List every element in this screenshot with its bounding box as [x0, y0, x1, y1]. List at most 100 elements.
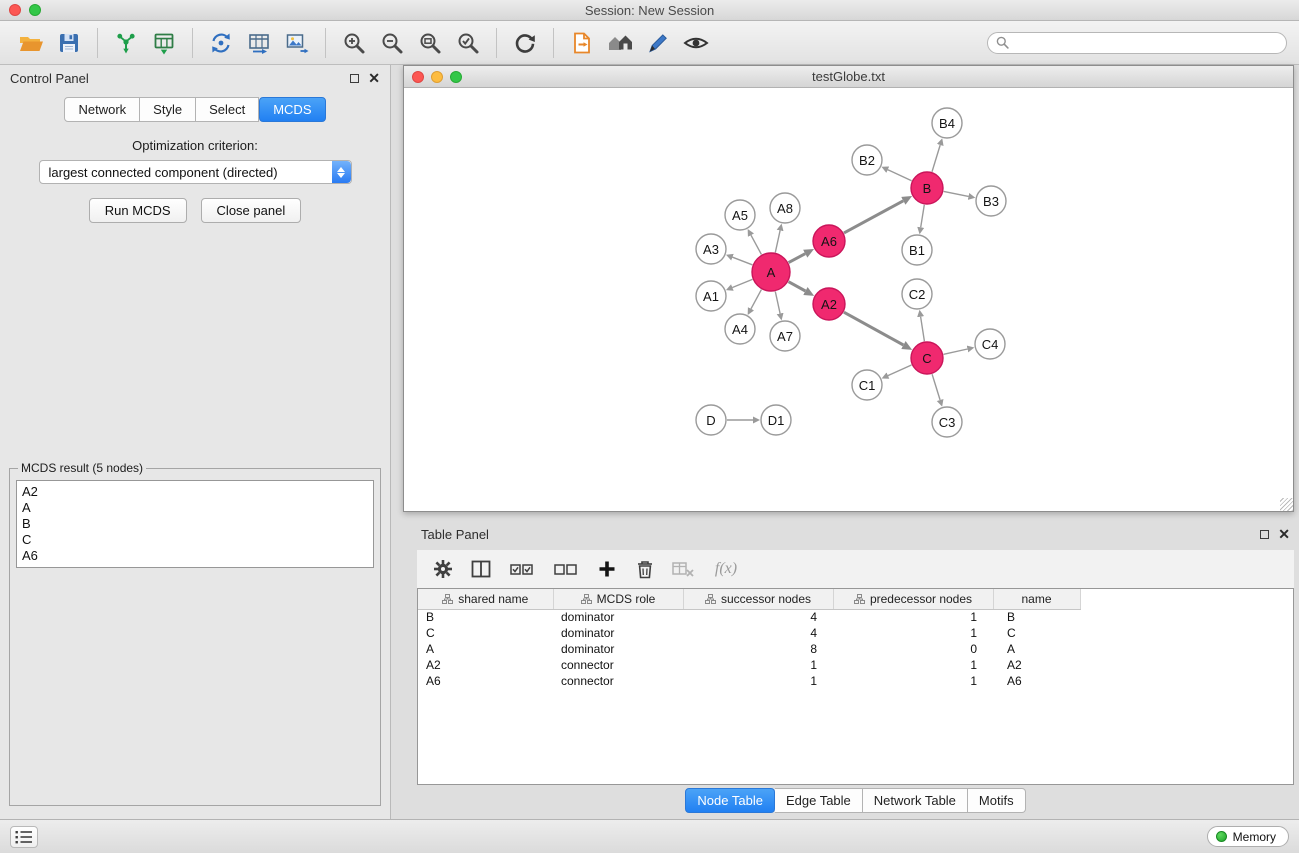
table-cell[interactable]: 8 [683, 641, 833, 657]
graph-edge-A-A3[interactable] [733, 257, 753, 265]
table-cell[interactable]: A2 [993, 657, 1080, 673]
table-cell[interactable]: connector [553, 657, 683, 673]
graph-edge-B-B3[interactable] [944, 191, 969, 196]
graph-node-A6[interactable]: A6 [813, 225, 845, 257]
table-cell[interactable]: C [993, 625, 1080, 641]
table-row[interactable]: A2connector11A2 [418, 657, 1080, 673]
table-cell[interactable]: A [993, 641, 1080, 657]
export-document-button[interactable] [563, 25, 601, 61]
table-cell[interactable]: 1 [833, 625, 993, 641]
column-header-predecessor-nodes[interactable]: predecessor nodes [833, 589, 993, 609]
import-table-button[interactable] [145, 25, 183, 61]
table-row[interactable]: A6connector11A6 [418, 673, 1080, 689]
table-cell[interactable]: 1 [683, 657, 833, 673]
graph-edge-C-C4[interactable] [944, 349, 968, 354]
graph-node-A2[interactable]: A2 [813, 288, 845, 320]
table-cell[interactable]: 4 [683, 625, 833, 641]
graph-node-B3[interactable]: B3 [976, 186, 1006, 216]
sync-table-button[interactable] [240, 25, 278, 61]
graph-edge-B-B2[interactable] [888, 170, 912, 181]
graph-node-C1[interactable]: C1 [852, 370, 882, 400]
unselect-all-button[interactable] [551, 556, 581, 582]
graph-edge-B-B4[interactable] [932, 145, 940, 172]
open-file-button[interactable] [12, 25, 50, 61]
optimization-criterion-select[interactable]: largest connected component (directed) [39, 160, 352, 184]
save-session-button[interactable] [50, 25, 88, 61]
tab-style[interactable]: Style [140, 97, 196, 122]
graph-node-D[interactable]: D [696, 405, 726, 435]
node-table-container[interactable]: shared name MCDS role successor nodes pr… [417, 588, 1294, 785]
export-image-button[interactable] [278, 25, 316, 61]
table-cell[interactable]: connector [553, 673, 683, 689]
table-cell[interactable]: 1 [833, 657, 993, 673]
graph-node-A1[interactable]: A1 [696, 281, 726, 311]
graph-edge-A-A2[interactable] [789, 282, 806, 291]
zoom-in-button[interactable] [335, 25, 373, 61]
column-header-successor-nodes[interactable]: successor nodes [683, 589, 833, 609]
graph-edge-A-A8[interactable] [775, 231, 780, 253]
table-cell[interactable]: 1 [683, 673, 833, 689]
show-columns-button[interactable] [469, 556, 493, 582]
graph-node-B[interactable]: B [911, 172, 943, 204]
table-row[interactable]: Adominator80A [418, 641, 1080, 657]
graph-node-A8[interactable]: A8 [770, 193, 800, 223]
table-cell[interactable]: A6 [418, 673, 553, 689]
result-item[interactable]: A6 [22, 548, 368, 564]
delete-table-button[interactable] [671, 556, 695, 582]
graph-node-B4[interactable]: B4 [932, 108, 962, 138]
graph-node-D1[interactable]: D1 [761, 405, 791, 435]
style-edit-button[interactable] [639, 25, 677, 61]
table-cell[interactable]: 1 [833, 673, 993, 689]
graph-node-B1[interactable]: B1 [902, 235, 932, 265]
table-cell[interactable]: 1 [833, 609, 993, 625]
network-window-titlebar[interactable]: testGlobe.txt [404, 66, 1293, 88]
table-cell[interactable]: A [418, 641, 553, 657]
graph-node-A3[interactable]: A3 [696, 234, 726, 264]
result-item[interactable]: C [22, 532, 368, 548]
table-cell[interactable]: 0 [833, 641, 993, 657]
network-graph[interactable]: B4B2BB3A5A8A6B1A3AC2A1A2A4A7C4CC1C3DD1 [404, 88, 1293, 510]
result-item[interactable]: A2 [22, 484, 368, 500]
graph-node-A4[interactable]: A4 [725, 314, 755, 344]
delete-column-button[interactable] [633, 556, 657, 582]
table-cell[interactable]: A2 [418, 657, 553, 673]
table-cell[interactable]: A6 [993, 673, 1080, 689]
tab-edge-table[interactable]: Edge Table [775, 788, 863, 813]
network-canvas[interactable]: B4B2BB3A5A8A6B1A3AC2A1A2A4A7C4CC1C3DD1 [404, 88, 1293, 511]
table-row[interactable]: Cdominator41C [418, 625, 1080, 641]
graph-edge-B-B1[interactable] [921, 205, 925, 228]
close-panel-button[interactable]: Close panel [201, 198, 302, 223]
run-mcds-button[interactable]: Run MCDS [89, 198, 187, 223]
result-item[interactable]: A [22, 500, 368, 516]
refresh-view-button[interactable] [506, 25, 544, 61]
zoom-fit-button[interactable] [411, 25, 449, 61]
graph-edge-A-A5[interactable] [751, 235, 761, 254]
table-cell[interactable]: dominator [553, 609, 683, 625]
tab-node-table[interactable]: Node Table [685, 788, 775, 813]
column-header-name[interactable]: name [993, 589, 1080, 609]
window-resize-grip[interactable] [1280, 498, 1293, 511]
table-cell[interactable]: dominator [553, 625, 683, 641]
add-column-button[interactable] [595, 556, 619, 582]
function-builder-button[interactable]: f(x) [709, 556, 743, 582]
table-row[interactable]: Bdominator41B [418, 609, 1080, 625]
zoom-out-button[interactable] [373, 25, 411, 61]
close-table-panel-icon[interactable]: ✕ [1278, 530, 1290, 539]
graph-node-C3[interactable]: C3 [932, 407, 962, 437]
graph-node-B2[interactable]: B2 [852, 145, 882, 175]
graph-edge-A6-B[interactable] [844, 201, 903, 233]
table-settings-button[interactable] [431, 556, 455, 582]
tab-mcds[interactable]: MCDS [259, 97, 325, 122]
table-cell[interactable]: dominator [553, 641, 683, 657]
graph-node-A[interactable]: A [752, 253, 790, 291]
mcds-result-list[interactable]: A2 A B C A6 [16, 480, 374, 568]
tab-network[interactable]: Network [64, 97, 140, 122]
graph-node-C[interactable]: C [911, 342, 943, 374]
close-panel-icon[interactable]: ✕ [368, 74, 380, 83]
home-button[interactable] [601, 25, 639, 61]
table-cell[interactable]: B [418, 609, 553, 625]
graph-edge-A-A1[interactable] [732, 279, 752, 287]
graph-edge-A-A4[interactable] [751, 290, 761, 309]
show-panel-menu-button[interactable] [10, 826, 38, 848]
result-item[interactable]: B [22, 516, 368, 532]
